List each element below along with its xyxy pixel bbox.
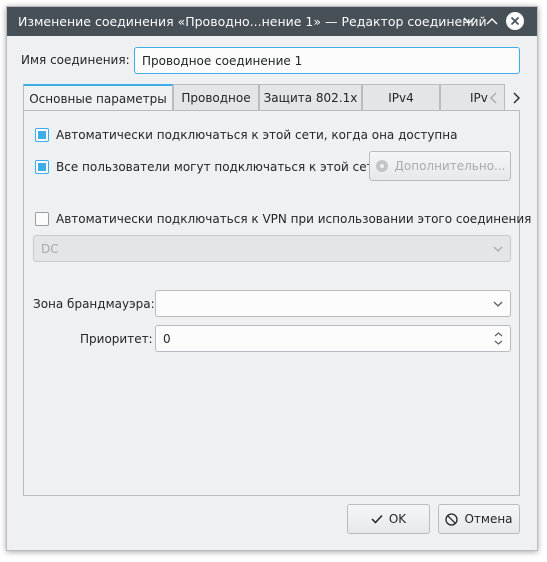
tab-scroll-arrows — [488, 88, 522, 108]
chevron-up-icon — [494, 332, 503, 337]
auto-connect-label: Автоматически подключаться к этой сети, … — [56, 128, 458, 142]
close-button[interactable] — [506, 12, 524, 30]
tab-wired-label: Проводное — [181, 91, 251, 105]
chevron-down-icon — [493, 236, 503, 261]
chevron-down-icon — [493, 291, 503, 316]
advanced-button-label: Дополнительно... — [394, 159, 506, 173]
advanced-icon — [375, 160, 388, 172]
tab-ipv4[interactable]: IPv4 — [362, 84, 440, 111]
chevron-up-icon — [486, 18, 498, 25]
auto-vpn-checkbox[interactable] — [35, 212, 49, 226]
tab-wired[interactable]: Проводное — [173, 84, 259, 111]
all-users-label: Все пользователи могут подключаться к эт… — [56, 160, 382, 174]
tab-general-label: Основные параметры — [29, 92, 167, 106]
minimize-button[interactable] — [460, 12, 478, 30]
tab-ipv6-label: IPv — [470, 91, 488, 105]
cancel-button[interactable]: Отмена — [438, 504, 520, 534]
chevron-down-icon — [463, 17, 475, 24]
tab-scroll-left-icon[interactable] — [488, 88, 500, 108]
connection-editor-window: Изменение соединения «Проводно...нение 1… — [6, 6, 538, 551]
general-tab-panel: Автоматически подключаться к этой сети, … — [23, 110, 531, 496]
tab-ipv4-label: IPv4 — [388, 91, 414, 105]
tab-security[interactable]: Защита 802.1x — [259, 84, 362, 111]
cancel-button-label: Отмена — [464, 512, 513, 526]
tab-bar: Основные параметры Проводное Защита 802.… — [23, 84, 522, 112]
tab-general[interactable]: Основные параметры — [23, 84, 173, 112]
auto-vpn-label: Автоматически подключаться к VPN при исп… — [56, 212, 532, 226]
title-bar[interactable]: Изменение соединения «Проводно...нение 1… — [7, 7, 537, 36]
firewall-zone-combo[interactable] — [155, 290, 511, 317]
connection-name-label: Имя соединения: — [21, 53, 130, 67]
tab-security-label: Защита 802.1x — [263, 91, 358, 105]
checkmark-icon — [371, 514, 383, 524]
window-title: Изменение соединения «Проводно...нение 1… — [18, 14, 487, 29]
maximize-button[interactable] — [483, 12, 501, 30]
priority-value: 0 — [163, 331, 171, 346]
spin-arrows[interactable] — [494, 326, 503, 351]
firewall-zone-label: Зона брандмауэра: — [33, 297, 155, 311]
connection-name-input[interactable]: Проводное соединение 1 — [134, 47, 520, 74]
connection-name-value: Проводное соединение 1 — [142, 53, 303, 68]
ok-button-label: OK — [388, 512, 407, 526]
vpn-combo-value: DC — [41, 241, 59, 256]
advanced-button[interactable]: Дополнительно... — [369, 151, 511, 181]
ok-button[interactable]: OK — [347, 504, 430, 534]
close-icon — [510, 16, 520, 26]
tab-scroll-right-icon[interactable] — [510, 88, 522, 108]
vpn-combo[interactable]: DC — [33, 235, 511, 262]
priority-label: Приоритет: — [80, 332, 153, 346]
all-users-checkbox[interactable] — [35, 160, 49, 174]
cancel-icon — [445, 512, 459, 526]
priority-spinbox[interactable]: 0 — [155, 325, 511, 352]
chevron-down-icon — [494, 340, 503, 345]
auto-connect-checkbox[interactable] — [35, 128, 49, 142]
